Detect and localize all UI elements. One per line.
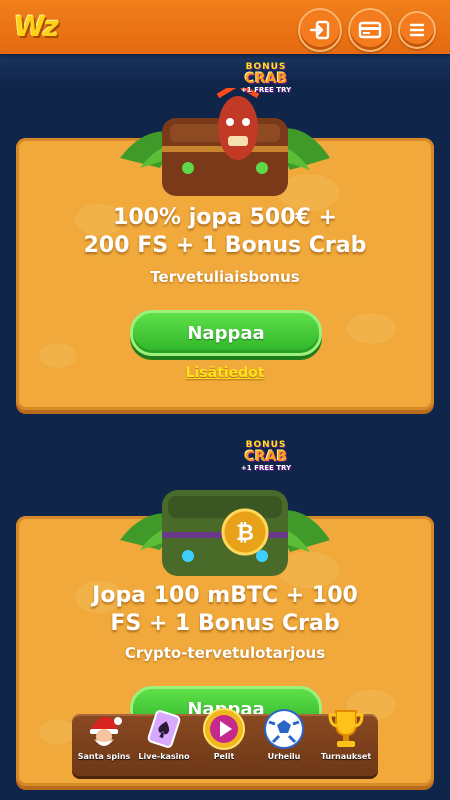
card-spade-icon [134,706,194,752]
badge-bottom: +1 FREE TRY [240,464,292,472]
login-button[interactable] [298,8,342,52]
trophy-icon [316,706,376,752]
dock-item-santa-spins[interactable]: Santa spins [74,706,134,761]
claim-button[interactable]: Nappaa [130,310,322,356]
badge-main: CRAB [244,449,288,465]
svg-text:₿: ₿ [236,521,254,546]
offer-subtitle: Tervetuliaisbonus [150,268,300,286]
dock-label: Santa spins [77,752,131,761]
wallet-button[interactable] [348,8,392,52]
bonus-crab-badge: BONUS CRAB +1 FREE TRY [238,440,294,472]
soccer-ball-icon [254,706,314,752]
badge-bottom: +1 FREE TRY [240,86,292,94]
offer-title-line2: FS + 1 Bonus Crab [110,611,340,636]
bonus-crab-badge: BONUS CRAB +1 FREE TRY [238,62,294,94]
dock-item-games[interactable]: Pelit [194,706,254,761]
offer-title-line1: 100% jopa 500€ + [113,205,337,230]
offer-subtitle: Crypto-tervetulotarjous [124,644,326,662]
wallet-card-icon [358,20,382,40]
badge-main: CRAB [244,71,288,87]
bottom-nav-dock: Santa spins Live-kasino Pelit Urheilu Tu… [72,708,378,776]
offer-title-line2: 200 FS + 1 Bonus Crab [83,233,367,258]
dock-item-sports[interactable]: Urheilu [254,706,314,761]
header-shadow-band [0,54,450,84]
dock-label: Pelit [213,752,235,761]
dock-label: Live-kasino [138,752,190,761]
treasure-chest-image [110,81,340,198]
top-header: Wz [0,0,450,54]
dock-label: Urheilu [267,752,301,761]
menu-icon [409,22,425,38]
santa-icon [74,706,134,752]
play-icon [194,706,254,752]
more-info-link[interactable]: Lisätiedot [16,365,434,381]
menu-button[interactable] [398,11,436,49]
dock-item-live-casino[interactable]: Live-kasino [134,706,194,761]
site-logo[interactable]: Wz [12,10,60,43]
dock-item-tournaments[interactable]: Turnaukset [316,706,376,761]
bitcoin-chest-image: ₿ [110,468,340,580]
dock-label: Turnaukset [320,752,372,761]
login-icon [309,19,331,41]
offer-title-line1: Jopa 100 mBTC + 100 [92,583,358,608]
